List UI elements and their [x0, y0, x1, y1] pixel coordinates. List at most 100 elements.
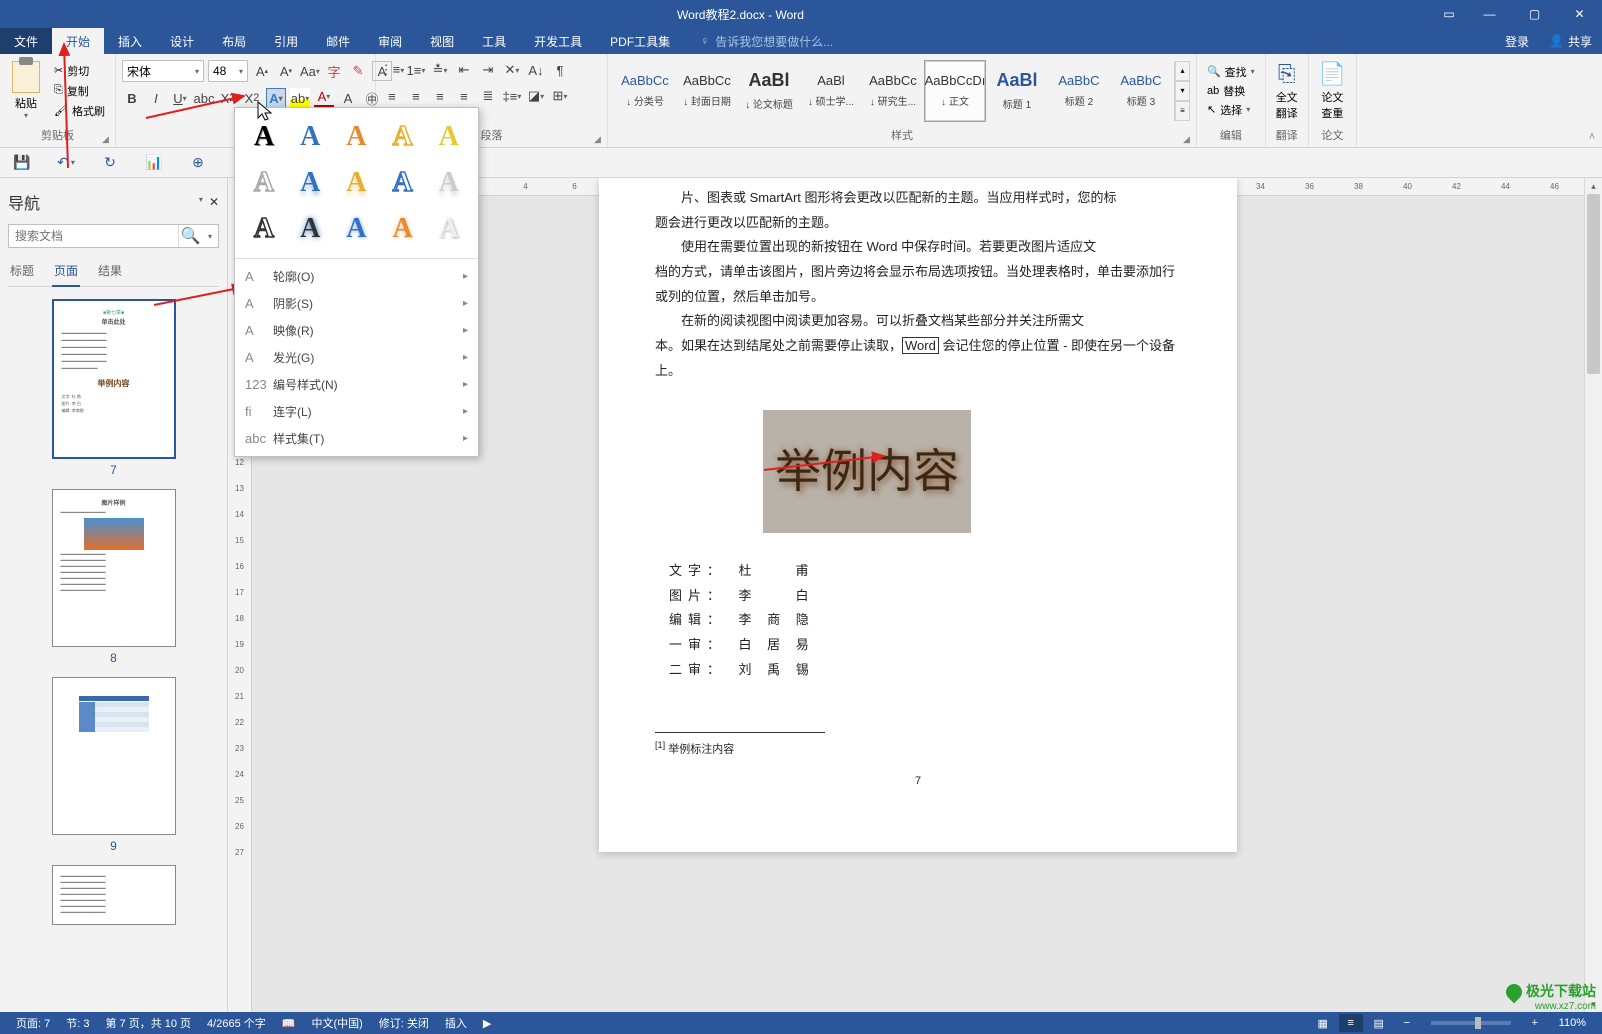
effects-menu-item[interactable]: A阴影(S)▸ [235, 290, 478, 317]
tab-developer[interactable]: 开发工具 [520, 28, 596, 54]
nav-options-btn[interactable]: ▾ [199, 195, 203, 209]
ribbon-display-btn[interactable]: ▭ [1431, 0, 1467, 28]
thumb-page-10[interactable]: ━━━━━━━━━━━━━━━━━━━━━━━━━━━━━━━━━━━━━━━━… [52, 865, 176, 925]
style-item[interactable]: AaBbC标题 3 [1110, 60, 1172, 122]
effect-11[interactable]: A [243, 208, 285, 250]
font-size-select[interactable]: 48▾ [208, 60, 248, 82]
styles-more-btn[interactable]: ≡ [1175, 101, 1190, 121]
subscript-btn[interactable]: X2 [218, 88, 238, 108]
translate-btn[interactable]: ⎘ 全文 翻译 [1272, 57, 1302, 125]
tab-tools[interactable]: 工具 [468, 28, 520, 54]
nav-tab-results[interactable]: 结果 [96, 256, 124, 286]
grow-font-btn[interactable]: A▴ [252, 61, 272, 81]
effects-menu-item[interactable]: A轮廓(O)▸ [235, 263, 478, 290]
align-right-btn[interactable]: ≡ [430, 86, 450, 106]
select-btn[interactable]: ↖选择 ▾ [1203, 101, 1259, 119]
tab-review[interactable]: 审阅 [364, 28, 416, 54]
status-macro[interactable]: ▶ [475, 1017, 499, 1030]
find-btn[interactable]: 🔍查找 ▾ [1203, 63, 1259, 81]
login-link[interactable]: 登录 [1495, 28, 1539, 54]
style-item[interactable]: AaBbCc↓ 研究生... [862, 60, 924, 122]
sort-btn[interactable]: A↓ [526, 60, 546, 80]
align-left-btn[interactable]: ≡ [382, 86, 402, 106]
tab-design[interactable]: 设计 [156, 28, 208, 54]
style-item[interactable]: AaBbCc↓ 封面日期 [676, 60, 738, 122]
effect-7[interactable]: A [289, 162, 331, 204]
asian-layout-btn[interactable]: ✕▾ [502, 60, 522, 80]
indent-inc-btn[interactable]: ⇥ [478, 60, 498, 80]
styles-scroll-up[interactable]: ▴ [1175, 61, 1190, 81]
styles-scroll-down[interactable]: ▾ [1175, 81, 1190, 101]
nav-search-input[interactable] [9, 225, 178, 247]
style-item[interactable]: AaBl标题 1 [986, 60, 1048, 122]
shading-btn[interactable]: ◪▾ [526, 86, 546, 106]
font-family-select[interactable]: 宋体▾ [122, 60, 204, 82]
effect-10[interactable]: A [428, 162, 470, 204]
styles-gallery[interactable]: AaBbCc↓ 分类号AaBbCc↓ 封面日期AaBl↓ 论文标题AaBl↓ 硕… [614, 60, 1172, 122]
status-pages[interactable]: 第 7 页，共 10 页 [97, 1015, 199, 1031]
clear-format-btn[interactable]: ✎ [348, 61, 368, 81]
zoom-in-btn[interactable]: + [1523, 1014, 1547, 1032]
tab-home[interactable]: 开始 [52, 28, 104, 54]
status-lang[interactable]: 中文(中国) [303, 1015, 370, 1031]
scroll-thumb[interactable] [1587, 194, 1600, 374]
nav-tab-pages[interactable]: 页面 [52, 256, 80, 287]
qat-insert-btn[interactable]: 📊 [140, 151, 168, 175]
tab-references[interactable]: 引用 [260, 28, 312, 54]
multilevel-btn[interactable]: ≛▾ [430, 60, 450, 80]
maximize-btn[interactable]: ▢ [1512, 0, 1557, 28]
paragraph-launcher[interactable]: ◢ [594, 134, 601, 145]
effect-5[interactable]: A [428, 116, 470, 158]
format-painter-btn[interactable]: 🖌格式刷 [50, 102, 109, 120]
thumb-page-7[interactable]: ■第七章■ 单击此处 ━━━━━━━━━━━━━━━━━━━━━━━━━━━━━… [52, 299, 176, 459]
effects-menu-item[interactable]: A发光(G)▸ [235, 344, 478, 371]
shrink-font-btn[interactable]: A▾ [276, 61, 296, 81]
bullets-btn[interactable]: ⋮≡▾ [382, 60, 402, 80]
effects-menu-item[interactable]: A映像(R)▸ [235, 317, 478, 344]
show-marks-btn[interactable]: ¶ [550, 60, 570, 80]
status-insert[interactable]: 插入 [437, 1015, 475, 1031]
change-case-btn[interactable]: Aa▾ [300, 61, 320, 81]
nav-close-btn[interactable]: ✕ [209, 195, 219, 209]
effects-menu-item[interactable]: 123编号样式(N)▸ [235, 371, 478, 398]
style-item[interactable]: AaBbCcDı↓ 正文 [924, 60, 986, 122]
numbering-btn[interactable]: 1≡▾ [406, 60, 426, 80]
line-spacing-btn[interactable]: ‡≡▾ [502, 86, 522, 106]
distribute-btn[interactable]: ≣ [478, 86, 498, 106]
effect-15[interactable]: A [428, 208, 470, 250]
highlight-btn[interactable]: ab▾ [290, 88, 310, 108]
effects-menu-item[interactable]: fi连字(L)▸ [235, 398, 478, 425]
bold-btn[interactable]: B [122, 88, 142, 108]
borders-btn[interactable]: ⊞▾ [550, 86, 570, 106]
zoom-label[interactable]: 110% [1551, 1017, 1594, 1029]
clipboard-launcher[interactable]: ◢ [102, 134, 109, 145]
underline-btn[interactable]: U▾ [170, 88, 190, 108]
scroll-up-btn[interactable]: ▴ [1585, 178, 1602, 194]
view-read-btn[interactable]: ▦ [1311, 1014, 1335, 1032]
view-web-btn[interactable]: ▤ [1367, 1014, 1391, 1032]
zoom-out-btn[interactable]: − [1395, 1014, 1419, 1032]
effect-9[interactable]: A [382, 162, 424, 204]
effect-1[interactable]: A [243, 116, 285, 158]
thesis-check-btn[interactable]: 📄 论文 查重 [1315, 57, 1350, 125]
cut-btn[interactable]: ✂剪切 [50, 62, 109, 80]
close-btn[interactable]: ✕ [1557, 0, 1602, 28]
replace-btn[interactable]: ab替换 [1203, 82, 1259, 100]
effects-gallery[interactable]: A A A A A A A A A A A A A A A [235, 108, 478, 258]
tab-file[interactable]: 文件 [0, 28, 52, 54]
effect-6[interactable]: A [243, 162, 285, 204]
phonetic-btn[interactable]: 字 [324, 61, 344, 81]
effects-menu-item[interactable]: abc样式集(T)▸ [235, 425, 478, 452]
tab-insert[interactable]: 插入 [104, 28, 156, 54]
vertical-scrollbar[interactable]: ▴ ▾ [1584, 178, 1602, 1012]
effect-14[interactable]: A [382, 208, 424, 250]
align-center-btn[interactable]: ≡ [406, 86, 426, 106]
effect-2[interactable]: A [289, 116, 331, 158]
status-section[interactable]: 节: 3 [58, 1015, 97, 1031]
qat-save-btn[interactable]: 💾 [8, 151, 36, 175]
char-shading-btn[interactable]: A [338, 88, 358, 108]
collapse-ribbon-btn[interactable]: ˄ [1582, 54, 1602, 147]
share-btn[interactable]: 👤共享 [1539, 28, 1602, 54]
effect-13[interactable]: A [335, 208, 377, 250]
qat-redo-btn[interactable]: ↻ [96, 151, 124, 175]
